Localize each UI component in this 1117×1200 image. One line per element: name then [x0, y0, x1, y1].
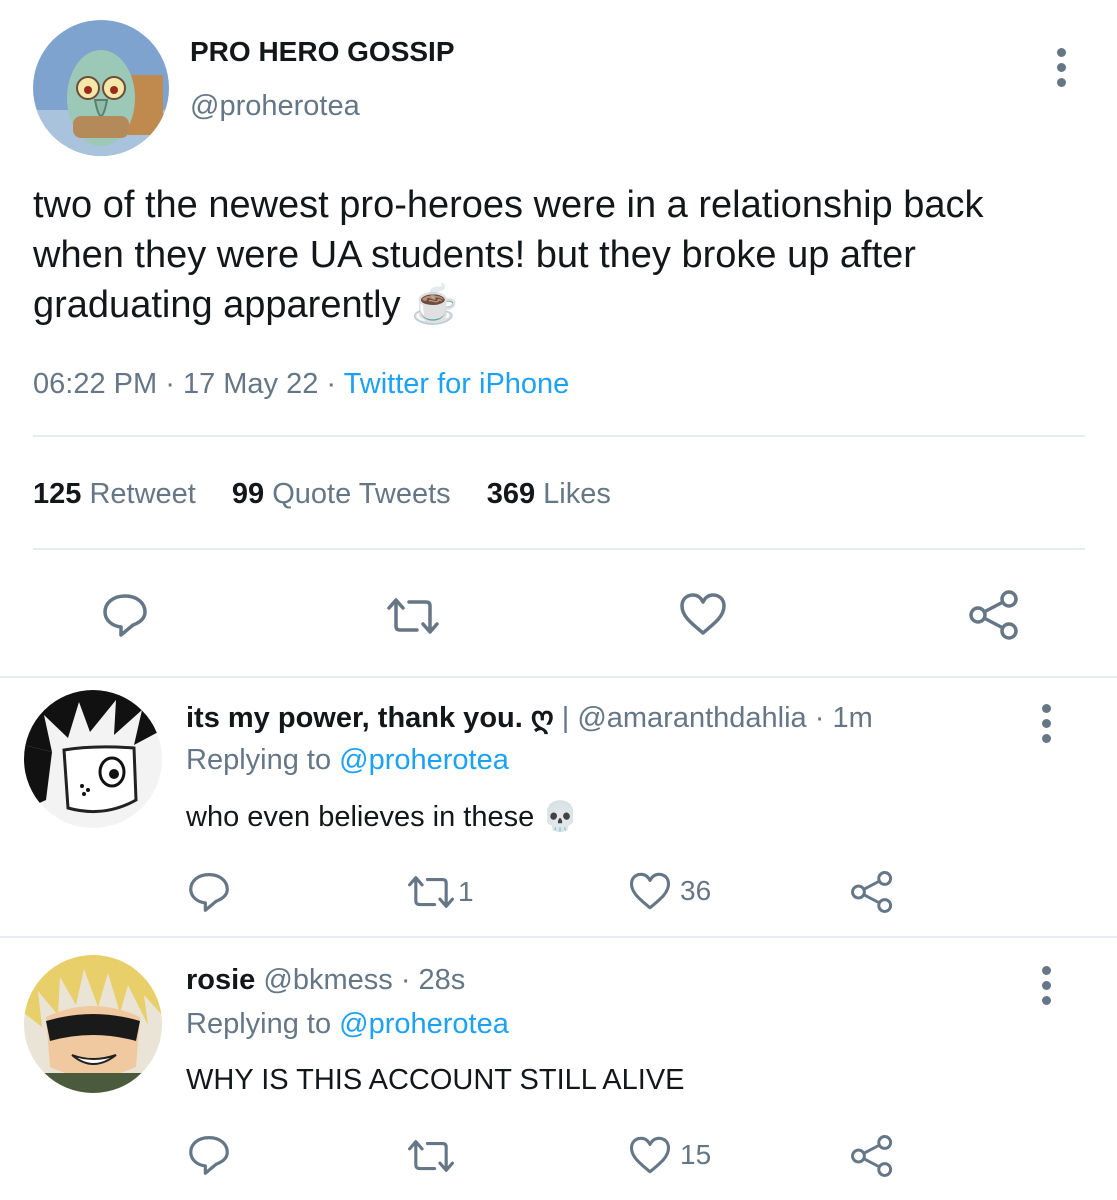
reply-icon[interactable]	[187, 1134, 231, 1176]
share-icon[interactable]	[850, 1134, 894, 1178]
tweet-text: two of the newest pro-heroes were in a r…	[33, 180, 1073, 330]
like-action[interactable]: 36	[628, 870, 711, 912]
reply-time: · 28s	[400, 964, 466, 996]
quotes-stat[interactable]: 99 Quote Tweets	[232, 478, 459, 510]
reply-author-handle[interactable]: @bkmess	[263, 964, 392, 996]
tweet-text-body: two of the newest pro-heroes were in a r…	[33, 184, 984, 326]
tweet-stats: 125 Retweet 99 Quote Tweets 369 Likes	[33, 478, 611, 511]
likes-stat[interactable]: 369 Likes	[487, 478, 611, 510]
replying-prefix: Replying to	[186, 744, 332, 776]
reply-time: · 1m	[814, 702, 873, 734]
tweet-client-link[interactable]: Twitter for iPhone	[344, 368, 570, 400]
author-avatar[interactable]	[33, 20, 169, 156]
retweet-icon	[406, 1138, 456, 1174]
like-icon[interactable]	[678, 591, 728, 637]
reply-author-name[interactable]: its my power, thank you. ღ	[186, 702, 554, 734]
retweets-count: 125	[33, 478, 82, 510]
coffee-emoji: ☕	[411, 284, 459, 326]
skull-emoji: 💀	[542, 801, 579, 833]
author-handle[interactable]: @proherotea	[190, 90, 360, 123]
reply-text: who even believes in these 💀	[186, 800, 578, 834]
reply-avatar[interactable]	[24, 690, 162, 828]
quotes-label: Quote Tweets	[272, 478, 451, 510]
share-icon[interactable]	[968, 590, 1020, 640]
reply-more-icon[interactable]	[1036, 704, 1056, 743]
meta-separator: ·	[165, 368, 175, 400]
replying-handle-link[interactable]: @proherotea	[339, 1008, 509, 1040]
like-icon	[628, 870, 672, 912]
tweet-meta: 06:22 PM · 17 May 22 · Twitter for iPhon…	[33, 368, 569, 401]
name-separator: |	[561, 702, 570, 734]
tweet-more-icon[interactable]	[1051, 48, 1071, 87]
retweet-count: 1	[458, 876, 474, 907]
reply-avatar[interactable]	[24, 955, 162, 1093]
reply-more-icon[interactable]	[1036, 966, 1056, 1005]
divider	[0, 936, 1117, 938]
reply-icon[interactable]	[101, 592, 149, 638]
retweet-action[interactable]: 1	[406, 874, 474, 910]
tweet-time: 06:22 PM	[33, 368, 158, 400]
likes-label: Likes	[543, 478, 611, 510]
retweet-icon	[406, 874, 456, 910]
retweets-label: Retweet	[89, 478, 196, 510]
meta-separator: ·	[326, 368, 337, 400]
replying-prefix: Replying to	[186, 1008, 332, 1040]
retweets-stat[interactable]: 125 Retweet	[33, 478, 204, 510]
like-count: 15	[680, 1139, 712, 1170]
quotes-count: 99	[231, 478, 265, 510]
share-icon[interactable]	[850, 870, 894, 914]
retweet-icon[interactable]	[385, 596, 441, 636]
reply-text-body: who even believes in these	[186, 801, 535, 833]
author-name[interactable]: PRO HERO GOSSIP	[190, 36, 455, 68]
divider	[0, 676, 1117, 678]
reply-author-handle[interactable]: @amaranthdahlia	[577, 702, 806, 734]
reply-header: its my power, thank you. ღ | @amaranthda…	[186, 700, 873, 735]
divider	[33, 548, 1085, 550]
replying-handle-link[interactable]: @proherotea	[339, 744, 509, 776]
replying-to: Replying to @proherotea	[186, 1008, 509, 1041]
like-action[interactable]: 15	[628, 1134, 711, 1176]
reply-icon[interactable]	[187, 871, 231, 913]
likes-count: 369	[486, 478, 536, 510]
retweet-action[interactable]	[406, 1138, 458, 1174]
replying-to: Replying to @proherotea	[186, 744, 509, 777]
tweet-date: 17 May 22	[182, 368, 319, 400]
divider	[33, 435, 1085, 437]
like-icon	[628, 1134, 672, 1176]
reply-text: WHY IS THIS ACCOUNT STILL ALIVE	[186, 1064, 685, 1096]
reply-header: rosie @bkmess · 28s	[186, 964, 465, 997]
reply-author-name[interactable]: rosie	[186, 964, 255, 996]
like-count: 36	[680, 875, 712, 906]
